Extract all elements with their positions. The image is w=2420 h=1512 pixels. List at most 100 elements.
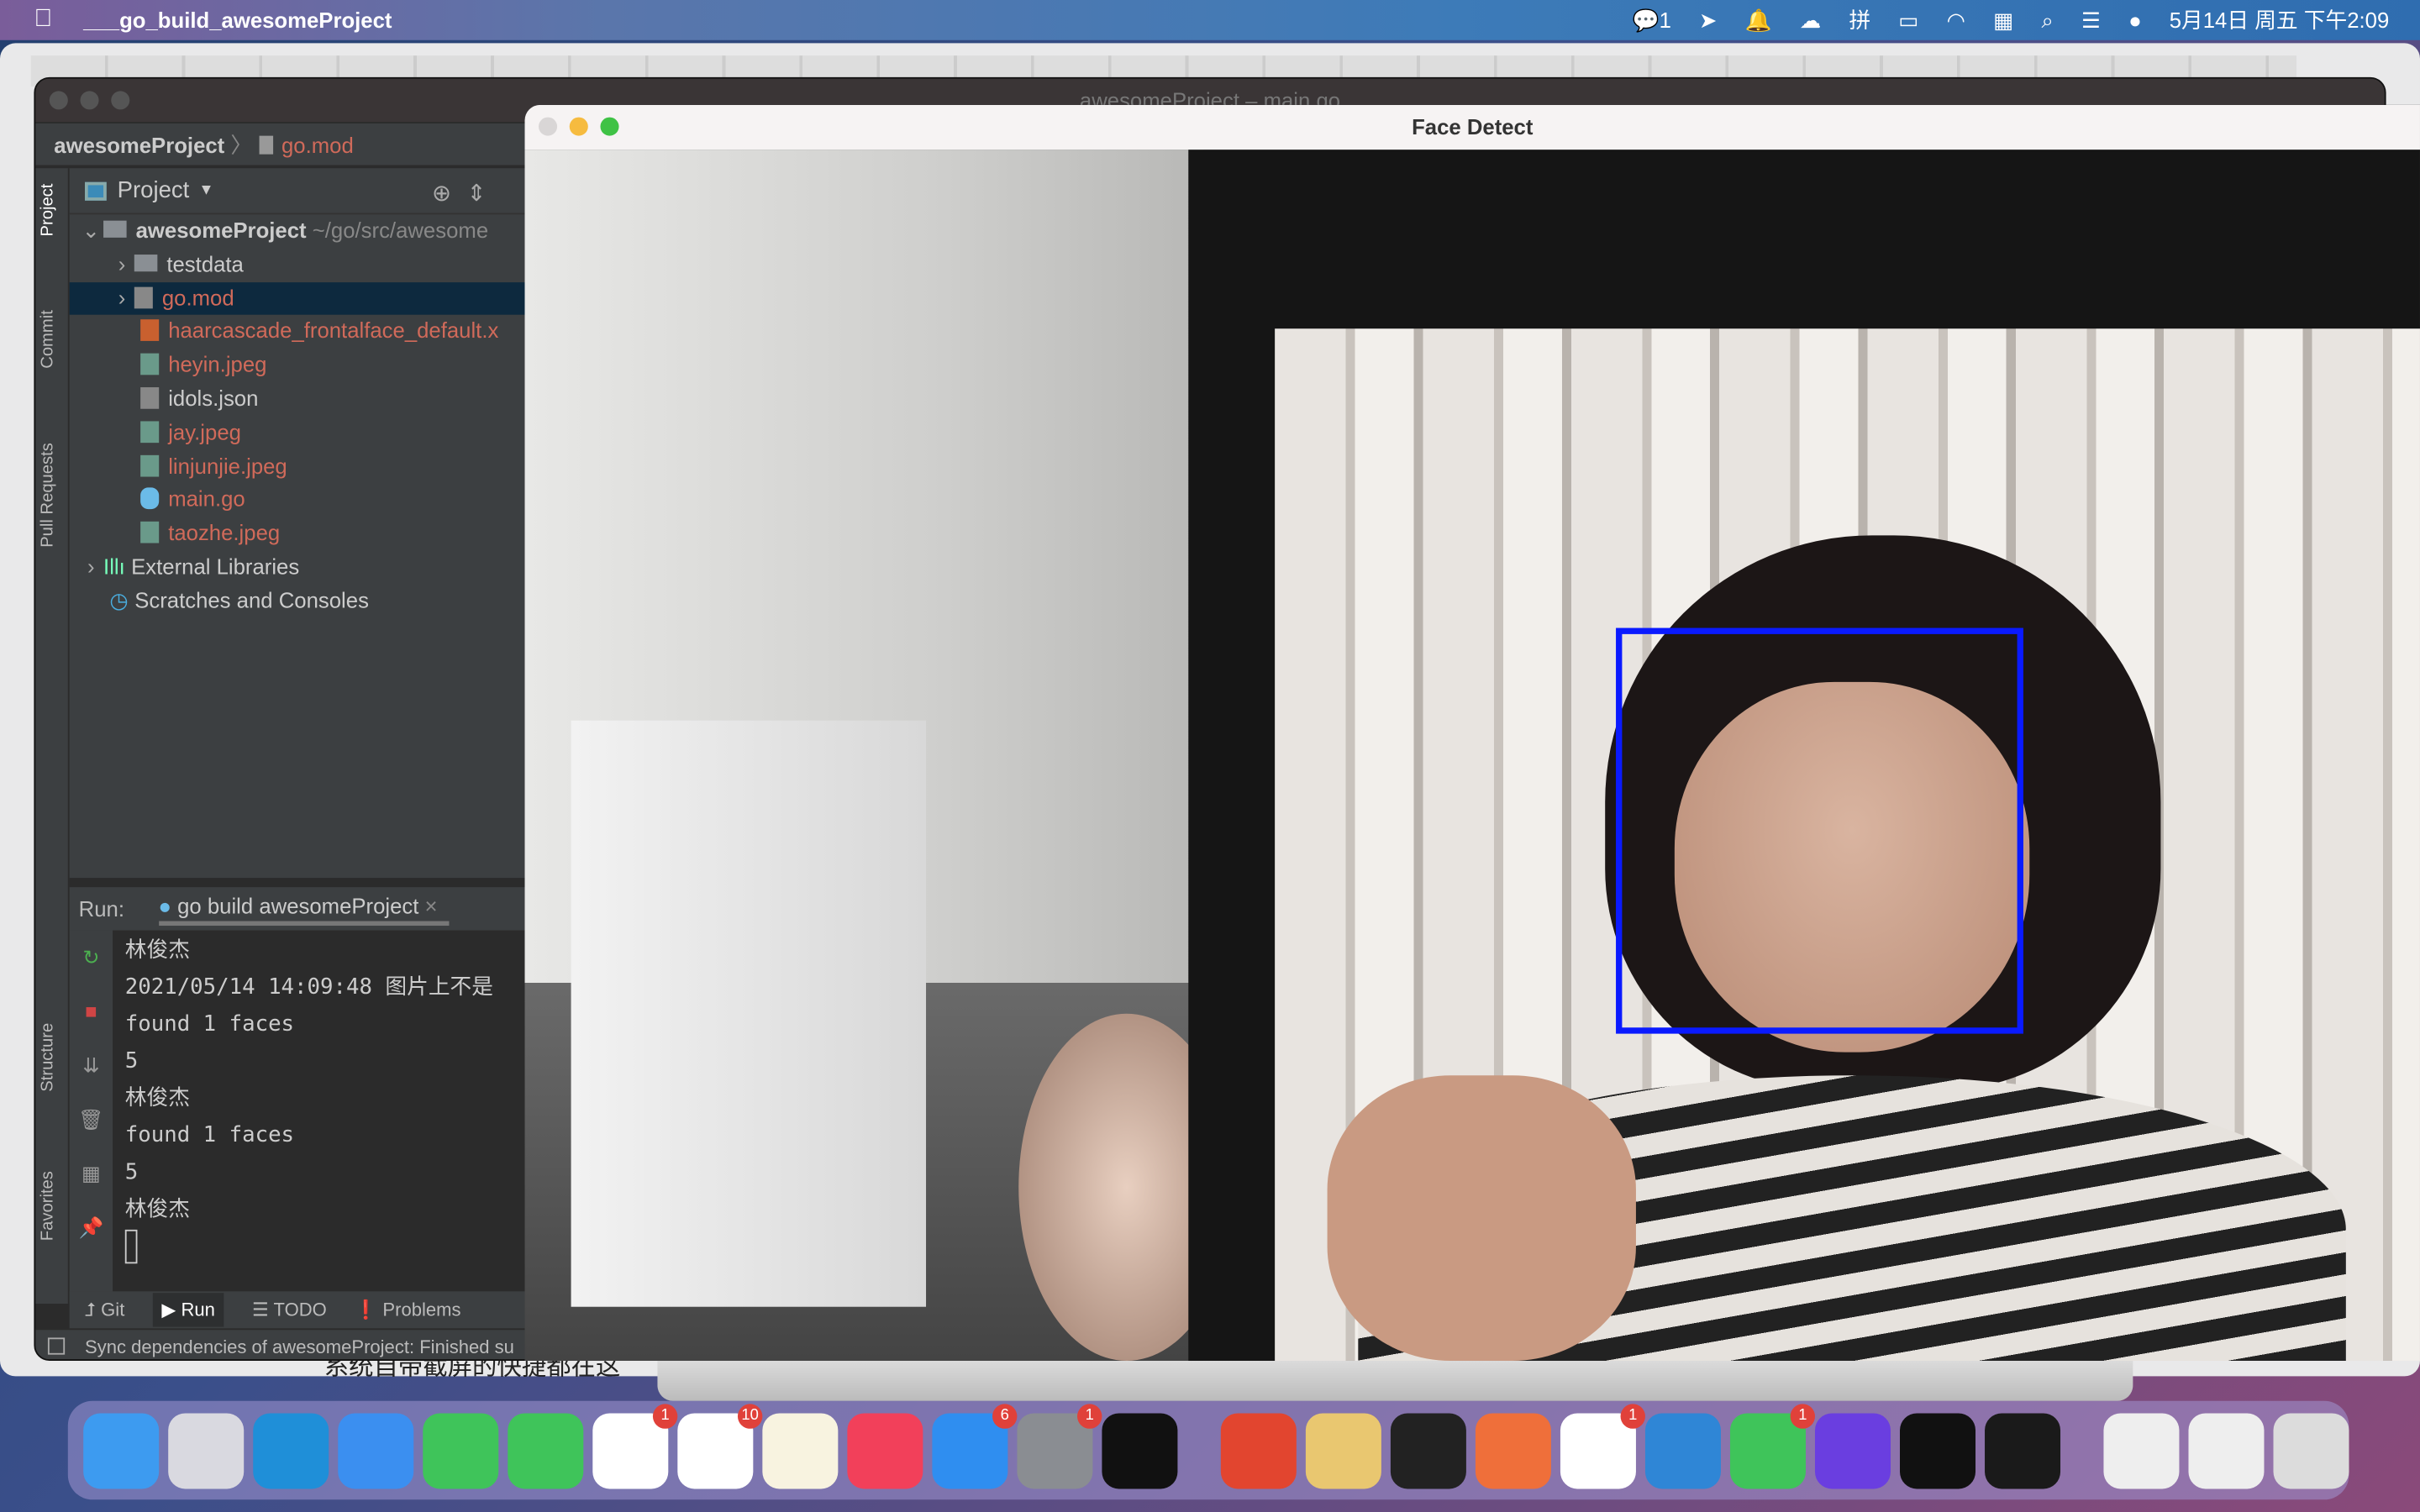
tool-tab-pull-requests[interactable]: Pull Requests [39,443,57,548]
tool-tab-commit[interactable]: Commit [39,310,57,369]
item-label: go.mod [161,285,234,310]
breadcrumb-file[interactable]: go.mod [281,133,354,157]
minimize-button[interactable] [80,91,99,110]
tree-item-heyin[interactable]: heyin.jpeg [70,349,527,382]
send-icon[interactable]: ➤ [1699,7,1718,33]
folder-icon [134,254,158,271]
dock-edge-icon[interactable] [253,1412,329,1488]
siri-icon[interactable]: ● [2128,8,2142,32]
tree-item-taozhe[interactable]: taozhe.jpeg [70,517,527,551]
tree-item-scratches[interactable]: ◷ Scratches and Consoles [70,585,527,618]
dock-photos-icon[interactable]: 1 [592,1403,678,1488]
control-center-icon[interactable]: ☰ [2081,7,2101,33]
close-button[interactable] [539,117,558,136]
status-text[interactable]: Sync dependencies of awesomeProject: Fin… [85,1336,514,1358]
dock-trash-icon[interactable] [2273,1412,2349,1488]
tree-item-testdata[interactable]: › testdata [70,248,527,281]
dock-document-1-icon[interactable] [2103,1412,2180,1488]
run-tab[interactable]: ● go build awesomeProject × [158,893,450,926]
badge: 1 [1620,1403,1645,1428]
stop-icon[interactable]: ■ [70,984,113,1038]
tab-problems[interactable]: ❗ Problems [355,1299,461,1321]
dock-finder-icon[interactable] [83,1412,160,1488]
search-icon[interactable]: ⌕ [2042,7,2054,33]
dock-microsoft-installer-icon[interactable]: 1 [1560,1403,1645,1488]
dock-vs-code-icon[interactable] [1644,1412,1721,1488]
tree-item-linjunjie[interactable]: linjunjie.jpeg [70,450,527,484]
wifi-icon[interactable]: ◠ [1947,7,1965,33]
panel-toggle-icon[interactable] [47,1337,66,1355]
face-detect-title-bar: Face Detect [524,104,2420,150]
tool-tab-structure[interactable]: Structure [39,1023,57,1092]
dock-preview-icon[interactable] [1305,1412,1381,1488]
keyboard-icon[interactable]: ▦ [1993,7,2013,33]
notification-icon[interactable]: 🔔 [1745,7,1772,33]
dock-goland-icon[interactable] [1814,1412,1891,1488]
tree-item-external-libraries[interactable]: › Illı External Libraries [70,551,527,585]
tab-todo[interactable]: ☰ TODO [252,1299,327,1321]
chevron-right-icon[interactable]: › [109,281,134,315]
run-panel: Run: ● go build awesomeProject × ↻ ■ ⇊ 🗑… [69,887,527,1305]
layout-icon[interactable]: ▦ [70,1147,113,1200]
battery-icon[interactable]: ▭ [1898,7,1918,33]
locate-icon[interactable]: ⊕ [432,181,466,207]
project-view-selector[interactable]: Project [118,177,190,203]
tab-run[interactable]: ▶ Run [152,1293,224,1327]
tab-label: Run [181,1299,215,1321]
dock-music-icon[interactable] [847,1412,923,1488]
pin-icon[interactable]: 📌 [70,1200,113,1254]
scroll-to-end-icon[interactable]: ⇊ [70,1038,113,1092]
clock[interactable]: 5月14日 周五 下午2:09 [2170,5,2390,36]
dock-launchpad-icon[interactable] [168,1412,245,1488]
menu-bar:  ___go_build_awesomeProject 💬1 ➤ 🔔 ☁ 拼 … [0,0,2420,40]
dock-exec-icon[interactable] [1985,1412,2061,1488]
console-output[interactable]: 林俊杰 2021/05/14 14:09:48 图片上不是 found 1 fa… [124,932,493,1265]
dock-terminal-2-icon[interactable] [1900,1412,1976,1488]
badge: 1 [652,1403,678,1428]
dock-qq-icon[interactable] [1390,1412,1466,1488]
dock-wechat-icon[interactable]: 1 [1729,1403,1815,1488]
dock-notes-icon[interactable] [762,1412,839,1488]
tree-item-jay[interactable]: jay.jpeg [70,417,527,450]
dock-messages-icon[interactable] [508,1412,584,1488]
item-label: taozhe.jpeg [168,520,281,545]
dock-reminders-icon[interactable]: 10 [677,1403,763,1488]
tree-item-haarcascade[interactable]: haarcascade_frontalface_default.x [70,315,527,349]
trash-icon[interactable]: 🗑 [70,1092,113,1146]
dock-xmind-icon[interactable] [1220,1412,1297,1488]
collapse-icon[interactable]: ⇕ [466,181,501,207]
zoom-button[interactable] [111,91,130,110]
bottom-tool-tabs: ⮥ Git ▶ Run ☰ TODO ❗ Problems [69,1291,527,1329]
chevron-right-icon[interactable]: › [109,248,134,281]
dock-document-2-icon[interactable] [2188,1412,2265,1488]
apple-icon[interactable]:  [34,6,52,34]
tree-item-main-go[interactable]: main.go [70,484,527,517]
dock-system-preferences-icon[interactable]: 1 [1017,1403,1102,1488]
dock-paw-icon[interactable] [1475,1412,1551,1488]
dock-app-store-icon[interactable]: 6 [932,1403,1018,1488]
active-app-name[interactable]: ___go_build_awesomeProject [83,8,392,32]
item-label: External Libraries [131,554,300,579]
chevron-down-icon[interactable]: ▼ [198,182,213,199]
chevron-right-icon[interactable]: › [79,551,103,585]
dock-facetime-icon[interactable] [423,1412,499,1488]
rerun-icon[interactable]: ↻ [70,931,113,984]
tool-tab-favorites[interactable]: Favorites [39,1171,57,1241]
breadcrumb-project[interactable]: awesomeProject [54,133,224,157]
dock-mail-icon[interactable] [338,1412,414,1488]
dock-terminal-icon[interactable] [1102,1412,1178,1488]
run-tab-label: go build awesomeProject [177,892,419,917]
tree-item-go-mod[interactable]: › go.mod [69,281,527,316]
input-method-icon[interactable]: 拼 [1849,5,1870,36]
close-button[interactable] [49,91,68,110]
minimize-button[interactable] [569,117,588,136]
zoom-button[interactable] [600,117,619,136]
chevron-down-icon[interactable]: ⌄ [79,214,103,248]
tab-git[interactable]: ⮥ Git [85,1299,124,1322]
wechat-status-icon[interactable]: 💬1 [1633,7,1671,33]
tree-root[interactable]: ⌄ awesomeProject ~/go/src/awesome [70,214,527,248]
tool-tab-project[interactable]: Project [39,184,57,237]
weather-icon[interactable]: ☁ [1800,7,1822,33]
tree-item-idols[interactable]: idols.json [70,382,527,416]
close-tab-icon[interactable]: × [425,893,438,917]
